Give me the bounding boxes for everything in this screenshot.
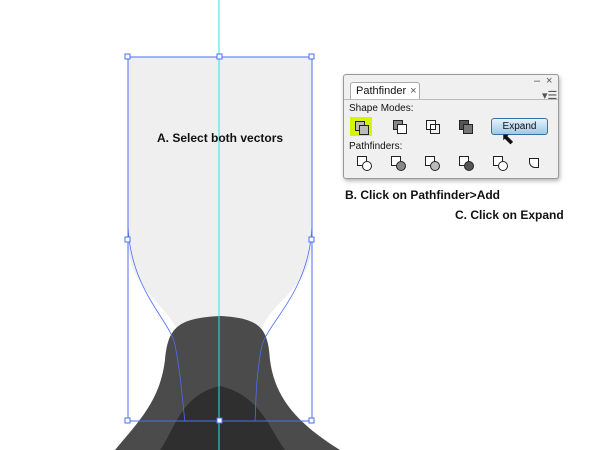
- expand-button[interactable]: Expand: [491, 118, 548, 135]
- exclude-icon[interactable]: [457, 119, 475, 135]
- cursor-arrow-icon: ⬉: [501, 131, 515, 148]
- crop-icon[interactable]: [458, 155, 476, 171]
- merge-icon[interactable]: [424, 155, 442, 171]
- outline-icon[interactable]: [492, 155, 510, 171]
- intersect-icon[interactable]: [424, 119, 442, 135]
- window-close-icon[interactable]: ×: [546, 75, 552, 87]
- minimize-icon[interactable]: –: [534, 75, 540, 87]
- pathfinders-label: Pathfinders:: [349, 141, 403, 152]
- minus-back-icon[interactable]: [526, 155, 544, 171]
- minus-front-icon[interactable]: [391, 119, 409, 135]
- pathfinder-panel: Pathfinder × – × ▾☰ Shape Modes: Expand ⬉…: [343, 74, 559, 179]
- step-c-label: C. Click on Expand: [455, 208, 564, 222]
- divide-icon[interactable]: [356, 155, 374, 171]
- trim-icon[interactable]: [390, 155, 408, 171]
- unite-icon[interactable]: [350, 117, 372, 136]
- artboard[interactable]: [0, 0, 600, 450]
- shape-modes-label: Shape Modes:: [349, 103, 414, 114]
- step-a-label: A. Select both vectors: [157, 131, 284, 145]
- step-b-label: B. Click on Pathfinder>Add: [345, 188, 501, 202]
- tab-close-icon[interactable]: ×: [410, 85, 416, 97]
- panel-title: Pathfinder: [356, 85, 407, 97]
- tab-pathfinder[interactable]: Pathfinder ×: [350, 82, 420, 99]
- panel-menu-icon[interactable]: ▾☰: [542, 89, 557, 102]
